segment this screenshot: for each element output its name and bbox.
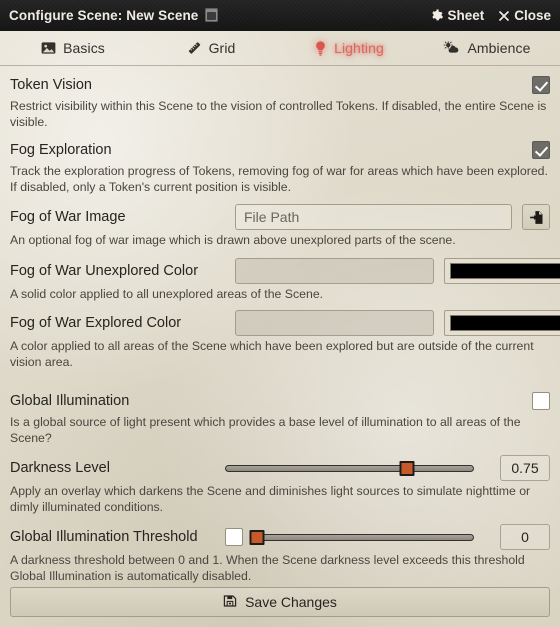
field-fog-exploration: Fog Exploration Track the exploration pr…: [10, 139, 550, 204]
window-header: Configure Scene: New Scene Sheet Close: [0, 0, 560, 31]
fog-explored-color-hint: A color applied to all areas of the Scen…: [10, 339, 534, 369]
token-vision-hint: Restrict visibility within this Scene to…: [10, 99, 547, 129]
fog-unexplored-color-label: Fog of War Unexplored Color: [10, 262, 199, 279]
floppy-save-icon: [223, 594, 237, 611]
fog-of-war-image-row: Fog of War Image: [10, 204, 550, 230]
close-x-icon: [498, 10, 510, 22]
field-fog-unexplored-color: Fog of War Unexplored Color A solid colo…: [10, 257, 560, 311]
close-label: Close: [514, 8, 551, 23]
image-icon: [41, 41, 56, 55]
global-illumination-threshold-label: Global Illumination Threshold: [10, 529, 198, 545]
tab-ambience[interactable]: Ambience: [418, 31, 556, 65]
global-illumination-threshold-row: Global Illumination Threshold 0: [10, 524, 550, 550]
global-illumination-threshold-hint: A darkness threshold between 0 and 1. Wh…: [10, 553, 525, 583]
fog-exploration-hint: Track the exploration progress of Tokens…: [10, 164, 548, 194]
darkness-level-value[interactable]: 0.75: [500, 455, 550, 481]
fog-unexplored-color-swatch[interactable]: [444, 257, 560, 284]
darkness-level-hint: Apply an overlay which darkens the Scene…: [10, 484, 531, 514]
field-fog-explored-color: Fog of War Explored Color A color applie…: [10, 310, 560, 379]
fog-explored-color-label: Fog of War Explored Color: [10, 315, 182, 331]
global-illumination-checkbox[interactable]: [532, 392, 550, 410]
tab-basics-label: Basics: [63, 40, 105, 56]
fog-of-war-image-hint: An optional fog of war image which is dr…: [10, 233, 456, 247]
lightbulb-icon: [314, 40, 327, 56]
tab-bar: Basics Grid Lighting Ambience: [0, 31, 560, 66]
global-illumination-hint: Is a global source of light present whic…: [10, 415, 521, 445]
global-illumination-label: Global Illumination: [10, 393, 130, 409]
slider-thumb[interactable]: [249, 529, 265, 545]
save-changes-button[interactable]: Save Changes: [10, 587, 550, 617]
gear-icon: [430, 9, 444, 22]
color-swatch-fill: [450, 315, 560, 331]
sheet-config-label: Sheet: [447, 8, 485, 23]
sheet-config-button[interactable]: Sheet: [430, 8, 484, 23]
fog-of-war-image-label: Fog of War Image: [10, 209, 126, 225]
window-title-text: Configure Scene: New Scene: [9, 8, 199, 23]
field-darkness-level: Darkness Level 0.75 Apply an overlay whi…: [10, 455, 550, 524]
fog-exploration-row: Fog Exploration: [10, 139, 550, 161]
close-button[interactable]: Close: [498, 8, 551, 23]
tab-ambience-label: Ambience: [467, 40, 531, 56]
global-illumination-threshold-value[interactable]: 0: [500, 524, 550, 550]
tab-basics[interactable]: Basics: [4, 31, 142, 65]
slider-track: [257, 533, 474, 541]
field-token-vision: Token Vision Restrict visibility within …: [10, 74, 550, 139]
configure-scene-dialog: Configure Scene: New Scene Sheet Close B…: [0, 0, 560, 627]
slider-track: [225, 464, 474, 472]
global-illumination-row: Global Illumination: [10, 390, 550, 412]
darkness-level-slider[interactable]: [225, 458, 474, 478]
tab-lighting[interactable]: Lighting: [280, 31, 418, 65]
lighting-settings-form: Token Vision Restrict visibility within …: [0, 66, 560, 587]
fog-unexplored-color-row: Fog of War Unexplored Color: [10, 257, 560, 284]
fog-explored-color-row: Fog of War Explored Color: [10, 310, 560, 336]
darkness-level-label: Darkness Level: [10, 460, 110, 476]
slider-thumb[interactable]: [399, 460, 415, 476]
token-vision-row: Token Vision: [10, 74, 550, 96]
tab-grid-label: Grid: [208, 40, 236, 56]
fog-of-war-image-input[interactable]: [235, 204, 512, 230]
field-global-illumination: Global Illumination Is a global source o…: [10, 390, 550, 455]
field-global-illumination-threshold: Global Illumination Threshold 0 A darkne…: [10, 524, 550, 587]
global-illumination-threshold-checkbox[interactable]: [225, 528, 243, 546]
fog-exploration-label: Fog Exploration: [10, 142, 112, 158]
darkness-level-row: Darkness Level 0.75: [10, 455, 550, 481]
ruler-icon: [187, 41, 202, 55]
fog-unexplored-color-hint: A solid color applied to all unexplored …: [10, 286, 324, 301]
tab-grid[interactable]: Grid: [142, 31, 280, 65]
dialog-footer: Save Changes: [0, 587, 560, 627]
token-vision-checkbox[interactable]: [532, 76, 550, 94]
save-changes-label: Save Changes: [245, 594, 337, 610]
fog-explored-color-input[interactable]: [235, 310, 434, 336]
cloud-sun-icon: [443, 41, 460, 55]
token-vision-label: Token Vision: [10, 77, 92, 93]
global-illumination-threshold-slider[interactable]: [249, 527, 474, 547]
fog-exploration-checkbox[interactable]: [532, 141, 550, 159]
field-fog-of-war-image: Fog of War Image An optional fog of war …: [10, 204, 550, 258]
color-swatch-fill: [450, 262, 560, 279]
fog-explored-color-swatch[interactable]: [444, 310, 560, 336]
tab-lighting-label: Lighting: [334, 40, 384, 56]
scene-document-icon: [205, 8, 219, 22]
file-import-icon[interactable]: [522, 204, 550, 230]
window-title: Configure Scene: New Scene: [9, 8, 219, 23]
fog-unexplored-color-input[interactable]: [235, 257, 434, 284]
